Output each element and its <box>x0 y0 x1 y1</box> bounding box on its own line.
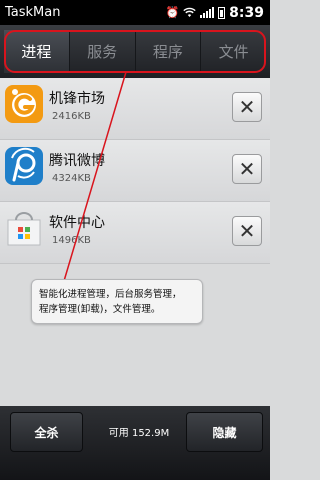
list-item[interactable]: 机锋市场 2416KB ✕ <box>0 78 270 140</box>
kill-process-button[interactable]: ✕ <box>232 92 262 122</box>
list-item[interactable]: 腾讯微博 4324KB ✕ <box>0 140 270 202</box>
app-name: 机锋市场 <box>49 91 105 107</box>
app-name: 软件中心 <box>49 215 105 231</box>
software-center-icon <box>7 212 41 246</box>
tab-processes[interactable]: 进程 <box>4 30 70 73</box>
tabs: 进程 服务 程序 文件 <box>4 30 266 73</box>
tab-services[interactable]: 服务 <box>70 30 136 73</box>
kill-all-button[interactable]: 全杀 <box>10 412 83 452</box>
app-title: TaskMan <box>5 5 61 20</box>
app-name: 腾讯微博 <box>49 153 105 169</box>
status-icons: ⏰ 8:39 <box>165 5 264 21</box>
memory-size: 1496KB <box>52 235 91 246</box>
available-memory: 可用 152.9M <box>108 428 170 439</box>
tab-programs[interactable]: 程序 <box>136 30 202 73</box>
gfan-market-icon <box>5 85 43 123</box>
battery-icon <box>218 6 226 19</box>
clock: 8:39 <box>229 4 264 21</box>
kill-process-button[interactable]: ✕ <box>232 154 262 184</box>
wifi-icon <box>183 7 196 17</box>
status-bar: TaskMan ⏰ 8:39 <box>0 0 270 25</box>
tab-bar: 进程 服务 程序 文件 <box>0 25 270 78</box>
bottom-bar: 全杀 可用 152.9M 隐藏 <box>0 406 270 480</box>
list-item[interactable]: 软件中心 1496KB ✕ <box>0 202 270 264</box>
tab-files[interactable]: 文件 <box>201 30 266 73</box>
callout-line-2: 程序管理(卸载)，文件管理。 <box>39 304 161 315</box>
callout-line-1: 智能化进程管理，后台服务管理， <box>39 289 182 300</box>
hide-button[interactable]: 隐藏 <box>186 412 263 452</box>
tencent-weibo-icon <box>5 147 43 185</box>
alarm-icon: ⏰ <box>165 6 180 19</box>
feature-callout: 智能化进程管理，后台服务管理， 程序管理(卸载)，文件管理。 <box>31 279 203 324</box>
signal-icon <box>200 7 215 18</box>
memory-size: 2416KB <box>52 111 91 122</box>
kill-process-button[interactable]: ✕ <box>232 216 262 246</box>
process-list: 机锋市场 2416KB ✕ 腾讯微博 4324KB ✕ 软件中心 1496KB … <box>0 78 270 264</box>
memory-size: 4324KB <box>52 173 91 184</box>
